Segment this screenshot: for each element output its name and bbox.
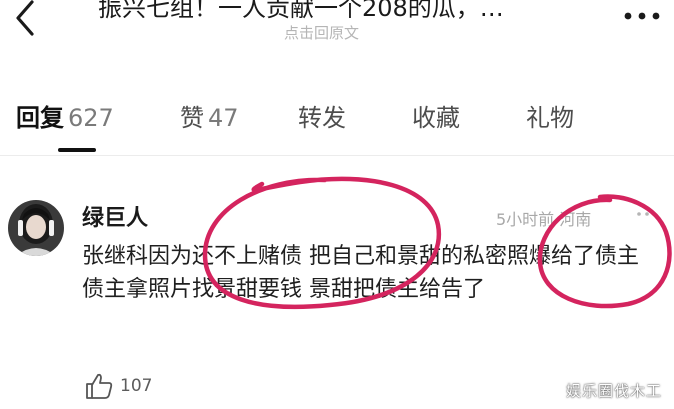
tab-replies[interactable]: 回复 627 xyxy=(16,98,114,133)
tab-bar: 回复 627 赞 47 转发 收藏 礼物 xyxy=(0,84,674,154)
tab-likes[interactable]: 赞 47 xyxy=(180,98,239,133)
tab-reposts[interactable]: 转发 xyxy=(298,98,346,133)
tab-label: 收藏 xyxy=(412,104,460,132)
active-tab-indicator xyxy=(58,148,96,152)
more-dots-icon[interactable] xyxy=(620,4,664,24)
tab-label: 回复 xyxy=(16,104,64,132)
post-title[interactable]: 振兴七组！一人贡献一个208的瓜，… xyxy=(98,0,578,23)
comment-meta: 5小时前 河南 xyxy=(496,210,592,229)
comment-item: 绿巨人 5小时前 河南 张继科因为还不上赌债 把自己和景甜的私密照爆给了债主 债… xyxy=(0,190,674,409)
back-arrow-icon[interactable] xyxy=(6,0,42,38)
tab-gifts[interactable]: 礼物 xyxy=(526,98,574,133)
comment-more-icon[interactable] xyxy=(636,210,652,218)
avatar[interactable] xyxy=(8,200,64,256)
tab-label: 礼物 xyxy=(526,104,574,132)
watermark: 娱乐圈伐木工 xyxy=(566,382,663,400)
comment-text: 张继科因为还不上赌债 把自己和景甜的私密照爆给了债主 债主拿照片找景甜要钱 景甜… xyxy=(82,244,639,302)
tab-count: 627 xyxy=(68,104,114,132)
tab-label: 转发 xyxy=(298,104,346,132)
divider xyxy=(0,155,674,156)
author-name[interactable]: 绿巨人 xyxy=(82,200,148,232)
tab-favorites[interactable]: 收藏 xyxy=(412,98,460,133)
top-bar: 振兴七组！一人贡献一个208的瓜，… 点击回原文 xyxy=(0,0,674,56)
back-to-original-link[interactable]: 点击回原文 xyxy=(284,22,359,43)
tab-count: 47 xyxy=(208,104,239,132)
thumbs-up-icon[interactable] xyxy=(84,372,114,400)
like-count: 107 xyxy=(120,376,153,396)
tab-label: 赞 xyxy=(180,104,204,132)
